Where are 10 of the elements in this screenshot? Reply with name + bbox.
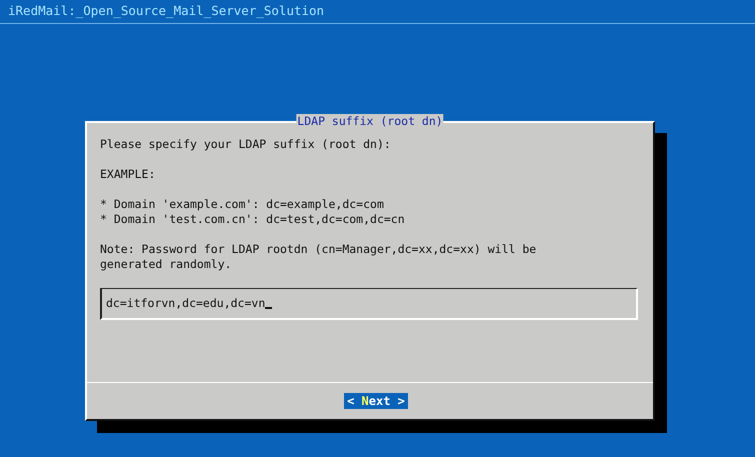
message-text: * Domain 'test.com.cn': dc=test,dc=com,dc=cn <box>100 212 406 227</box>
next-button[interactable]: < Next > <box>344 393 408 409</box>
message-text: EXAMPLE: <box>100 167 156 182</box>
message-text: * Domain 'example.com': dc=example,dc=com <box>100 197 385 212</box>
screen-title: iRedMail:_Open_Source_Mail_Server_Solution <box>8 3 324 18</box>
message-text: Please specify your LDAP suffix (root dn): <box>100 137 392 152</box>
message-text: Note: Password for LDAP rootdn (cn=Manager,dc=xx,dc=xx) will be generated randomly. <box>100 242 538 272</box>
text-cursor <box>265 307 272 309</box>
dialog-title: LDAP suffix (root dn) <box>296 114 444 129</box>
input-field[interactable]: dc=itforvn,dc=edu,dc=vn <box>100 288 638 320</box>
